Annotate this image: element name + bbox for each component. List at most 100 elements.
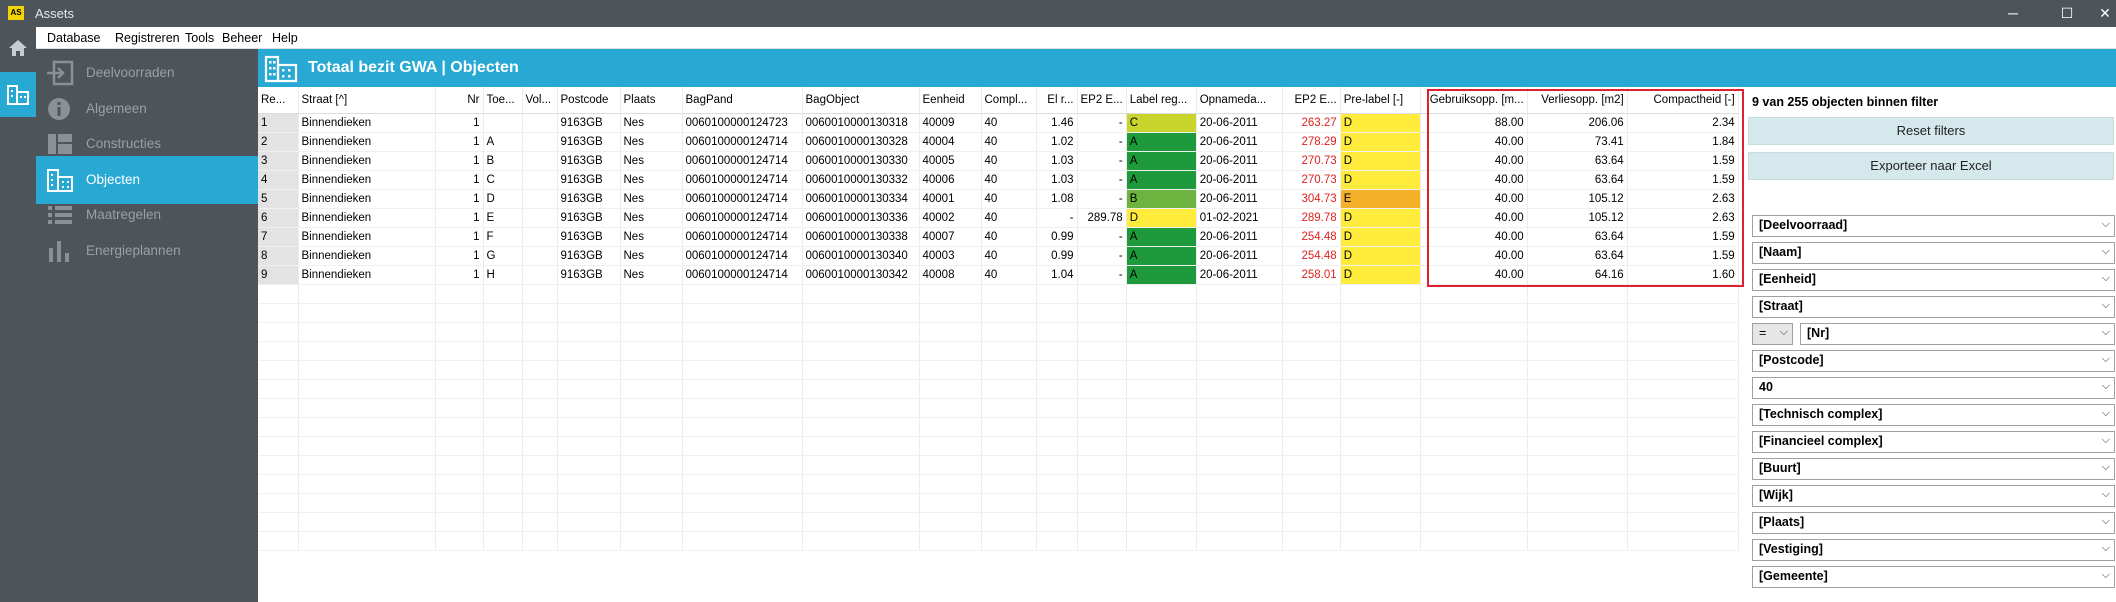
table-cell[interactable]: D: [1340, 170, 1421, 190]
minimize-button[interactable]: ─: [1990, 0, 2036, 27]
table-cell[interactable]: E: [483, 208, 523, 228]
table-cell[interactable]: 40: [981, 151, 1037, 171]
column-header[interactable]: EP2 E...: [1282, 87, 1341, 114]
table-cell[interactable]: 1: [435, 208, 484, 228]
table-cell[interactable]: H: [483, 265, 523, 285]
filter-naam[interactable]: [Naam] ⌵: [1752, 242, 2115, 264]
table-cell[interactable]: 0060100000124714: [682, 170, 803, 190]
table-cell[interactable]: 0060010000130332: [802, 170, 920, 190]
column-header[interactable]: Pre-label [-]: [1340, 87, 1421, 114]
table-cell[interactable]: 1.59: [1627, 151, 1739, 171]
table-cell[interactable]: 270.73: [1282, 170, 1341, 190]
menu-beheer[interactable]: Beheer: [222, 31, 262, 45]
table-row[interactable]: 7 Binnendieken 1 F 9163GB Nes 0060100000124714…: [258, 227, 1739, 247]
row-number[interactable]: 9: [258, 265, 299, 285]
table-cell[interactable]: 63.64: [1527, 227, 1628, 247]
table-cell[interactable]: Nes: [620, 208, 683, 228]
table-cell[interactable]: 40.00: [1420, 265, 1528, 285]
table-cell[interactable]: 2.63: [1627, 208, 1739, 228]
column-header[interactable]: Verliesopp. [m2]: [1527, 87, 1628, 114]
table-cell[interactable]: D: [1340, 132, 1421, 152]
table-cell[interactable]: F: [483, 227, 523, 247]
table-cell[interactable]: A: [1126, 151, 1197, 171]
table-cell[interactable]: -: [1077, 189, 1127, 209]
table-cell[interactable]: [522, 151, 558, 171]
table-cell[interactable]: Binnendieken: [298, 246, 436, 266]
row-number[interactable]: 8: [258, 246, 299, 266]
column-header[interactable]: Gebruiksopp. [m...: [1420, 87, 1528, 114]
table-cell[interactable]: C: [1126, 113, 1197, 133]
column-header[interactable]: Straat [^]: [298, 87, 436, 114]
table-cell[interactable]: C: [483, 170, 523, 190]
table-cell[interactable]: 40: [981, 113, 1037, 133]
table-cell[interactable]: 40.00: [1420, 246, 1528, 266]
table-cell[interactable]: -: [1036, 208, 1078, 228]
table-cell[interactable]: Nes: [620, 132, 683, 152]
table-cell[interactable]: 1.59: [1627, 246, 1739, 266]
table-cell[interactable]: 64.16: [1527, 265, 1628, 285]
table-cell[interactable]: 0060100000124714: [682, 132, 803, 152]
table-cell[interactable]: 20-06-2011: [1196, 151, 1283, 171]
table-cell[interactable]: 40: [981, 227, 1037, 247]
table-cell[interactable]: 40: [981, 265, 1037, 285]
sidebar-item-energieplannen[interactable]: Energieplannen: [36, 227, 258, 275]
table-cell[interactable]: [522, 227, 558, 247]
column-header[interactable]: El r...: [1036, 87, 1078, 114]
table-row[interactable]: 4 Binnendieken 1 C 9163GB Nes 0060100000124714…: [258, 170, 1739, 190]
table-cell[interactable]: 1.08: [1036, 189, 1078, 209]
table-cell[interactable]: 1: [435, 246, 484, 266]
menu-registreren[interactable]: Registreren: [115, 31, 180, 45]
table-cell[interactable]: A: [1126, 170, 1197, 190]
table-cell[interactable]: -: [1077, 151, 1127, 171]
table-cell[interactable]: 40.00: [1420, 189, 1528, 209]
table-cell[interactable]: 73.41: [1527, 132, 1628, 152]
table-cell[interactable]: 20-06-2011: [1196, 265, 1283, 285]
table-cell[interactable]: D: [1340, 246, 1421, 266]
table-cell[interactable]: 0060100000124714: [682, 227, 803, 247]
table-cell[interactable]: 40005: [919, 151, 982, 171]
table-cell[interactable]: 1.03: [1036, 170, 1078, 190]
table-cell[interactable]: 0060010000130318: [802, 113, 920, 133]
table-row[interactable]: 6 Binnendieken 1 E 9163GB Nes 0060100000124714…: [258, 208, 1739, 228]
menu-tools[interactable]: Tools: [185, 31, 214, 45]
column-header[interactable]: Toe...: [483, 87, 523, 114]
table-cell[interactable]: 40.00: [1420, 132, 1528, 152]
table-cell[interactable]: 40007: [919, 227, 982, 247]
table-row[interactable]: 2 Binnendieken 1 A 9163GB Nes 0060100000124714…: [258, 132, 1739, 152]
table-cell[interactable]: [522, 265, 558, 285]
table-cell[interactable]: 0.99: [1036, 227, 1078, 247]
table-cell[interactable]: 63.64: [1527, 170, 1628, 190]
table-cell[interactable]: A: [1126, 132, 1197, 152]
table-cell[interactable]: 40: [981, 246, 1037, 266]
table-cell[interactable]: 1: [435, 189, 484, 209]
table-cell[interactable]: 0060010000130336: [802, 208, 920, 228]
filter-technisch-complex[interactable]: [Technisch complex] ⌵: [1752, 404, 2115, 426]
table-cell[interactable]: 9163GB: [557, 151, 621, 171]
table-cell[interactable]: Binnendieken: [298, 227, 436, 247]
table-cell[interactable]: [522, 113, 558, 133]
table-cell[interactable]: -: [1077, 227, 1127, 247]
table-cell[interactable]: [522, 189, 558, 209]
table-cell[interactable]: 1.02: [1036, 132, 1078, 152]
column-header[interactable]: Eenheid: [919, 87, 982, 114]
table-cell[interactable]: 63.64: [1527, 151, 1628, 171]
table-cell[interactable]: 40.00: [1420, 151, 1528, 171]
table-cell[interactable]: 9163GB: [557, 265, 621, 285]
table-cell[interactable]: 1.59: [1627, 227, 1739, 247]
table-cell[interactable]: 0060100000124714: [682, 265, 803, 285]
table-cell[interactable]: Nes: [620, 170, 683, 190]
filter-postcode[interactable]: [Postcode] ⌵: [1752, 350, 2115, 372]
table-cell[interactable]: Binnendieken: [298, 265, 436, 285]
filter-gemeente[interactable]: [Gemeente] ⌵: [1752, 566, 2115, 588]
column-header[interactable]: Re...: [258, 87, 299, 114]
table-cell[interactable]: D: [1126, 208, 1197, 228]
table-cell[interactable]: [483, 113, 523, 133]
menu-help[interactable]: Help: [272, 31, 298, 45]
table-cell[interactable]: 258.01: [1282, 265, 1341, 285]
column-header[interactable]: EP2 E...: [1077, 87, 1127, 114]
filter-wijk[interactable]: [Wijk] ⌵: [1752, 485, 2115, 507]
table-cell[interactable]: 40: [981, 170, 1037, 190]
table-cell[interactable]: 9163GB: [557, 113, 621, 133]
table-cell[interactable]: D: [1340, 265, 1421, 285]
filter-eenheid[interactable]: [Eenheid] ⌵: [1752, 269, 2115, 291]
